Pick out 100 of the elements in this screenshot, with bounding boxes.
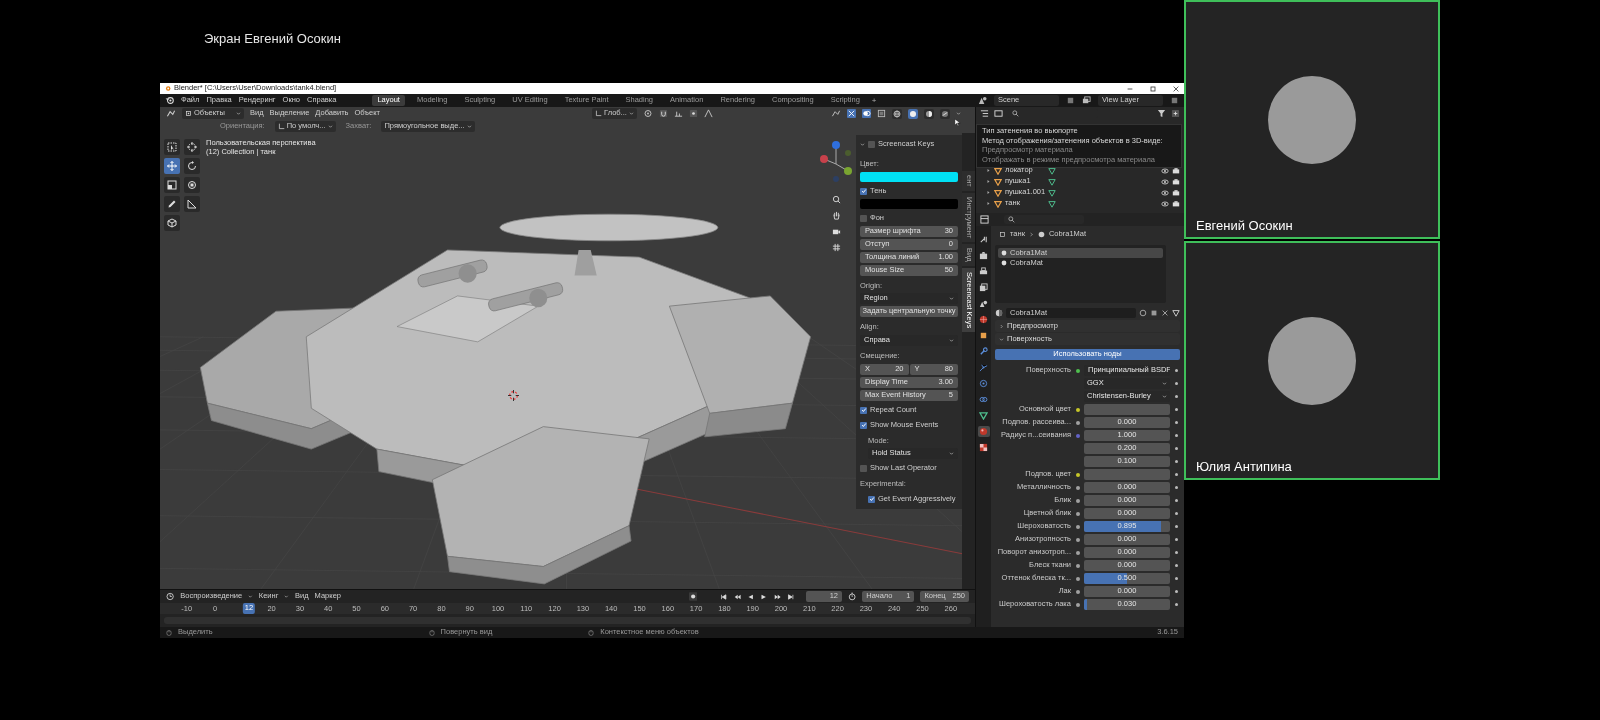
keyframe-dot[interactable] (1175, 369, 1178, 372)
app-logo-icon[interactable] (165, 96, 174, 105)
keyframe-dot[interactable] (1175, 564, 1178, 567)
filter-icon[interactable] (1157, 109, 1166, 118)
falloff-icon[interactable] (703, 109, 713, 118)
tool-button[interactable] (164, 215, 180, 231)
properties-editor-icon[interactable] (980, 215, 989, 224)
keyframe-dot[interactable] (1175, 512, 1178, 515)
expand-arrow-icon[interactable] (986, 179, 991, 184)
checkbox[interactable] (868, 141, 875, 148)
new-collection-icon[interactable] (1171, 109, 1180, 118)
tool-button[interactable] (184, 196, 200, 212)
expand-arrow-icon[interactable] (986, 201, 991, 206)
checkbox[interactable] (860, 465, 867, 473)
checkbox[interactable] (860, 406, 867, 414)
grid-icon[interactable] (831, 242, 841, 252)
keyframe-dot[interactable] (1175, 395, 1178, 398)
next-keyframe-button[interactable] (773, 592, 782, 601)
expand-arrow-icon[interactable] (986, 168, 991, 173)
magnet-icon[interactable] (658, 109, 668, 118)
tool-button[interactable] (184, 177, 200, 193)
hand-icon[interactable] (831, 210, 841, 220)
xray-icon[interactable] (877, 109, 886, 118)
keyframe-dot[interactable] (1175, 538, 1178, 541)
properties-tab[interactable] (977, 426, 990, 437)
overlay-toggle-icon[interactable] (862, 109, 871, 118)
layers-icon[interactable] (1082, 96, 1091, 105)
copy-icon[interactable] (1066, 96, 1075, 105)
editor-type-icon[interactable] (166, 109, 176, 118)
keyframe-dot[interactable] (1175, 434, 1178, 437)
shading-mode-button[interactable] (908, 108, 918, 119)
pivot-icon[interactable] (642, 109, 653, 118)
keyframe-dot[interactable] (1175, 460, 1178, 463)
shading-mode-button[interactable] (892, 108, 902, 119)
maximize-button[interactable] (1149, 84, 1157, 93)
keyframe-dot[interactable] (1175, 447, 1178, 450)
eye-icon[interactable] (1161, 177, 1169, 186)
eye-icon[interactable] (1161, 188, 1169, 197)
duplicate-icon[interactable] (1150, 309, 1158, 317)
keyframe-dot[interactable] (1175, 408, 1178, 411)
list-icon[interactable] (980, 109, 989, 118)
jump-end-button[interactable] (787, 592, 795, 601)
play-button[interactable] (760, 592, 768, 601)
color-swatch[interactable] (860, 171, 958, 182)
copy-icon[interactable] (1170, 96, 1179, 105)
checkbox[interactable] (868, 495, 875, 503)
camera-icon[interactable] (1172, 199, 1180, 208)
tool-button[interactable] (184, 158, 200, 174)
camera-icon[interactable] (1172, 177, 1180, 186)
record-button[interactable] (688, 592, 698, 601)
keyframe-dot[interactable] (1175, 473, 1178, 476)
properties-tab[interactable] (977, 282, 990, 293)
properties-tab[interactable] (977, 298, 990, 309)
properties-tab[interactable] (977, 442, 990, 453)
eye-icon[interactable] (1161, 199, 1169, 208)
checkbox[interactable] (860, 421, 867, 429)
tool-button[interactable] (184, 139, 200, 155)
checkbox[interactable] (860, 214, 867, 222)
clock-icon[interactable] (166, 592, 175, 601)
color-field[interactable] (1084, 404, 1170, 415)
keyframe-dot[interactable] (1175, 499, 1178, 502)
material-sphere-icon[interactable] (995, 309, 1003, 317)
checkbox[interactable] (860, 187, 867, 195)
properties-tab[interactable] (977, 410, 990, 421)
display-mode-icon[interactable] (994, 109, 1003, 118)
close-button[interactable] (1172, 84, 1180, 93)
keyframe-dot[interactable] (1175, 486, 1178, 489)
close-icon[interactable] (1161, 309, 1169, 317)
camera-icon[interactable] (1172, 166, 1180, 175)
snap-icon[interactable] (673, 109, 683, 118)
scene-icon[interactable] (978, 96, 987, 105)
keyframe-dot[interactable] (1175, 382, 1178, 385)
stopwatch-icon[interactable] (848, 592, 857, 601)
keyframe-dot[interactable] (1175, 603, 1178, 606)
properties-tab[interactable] (977, 346, 990, 357)
jump-start-button[interactable] (720, 592, 728, 601)
keyframe-dot[interactable] (1175, 421, 1178, 424)
play-reverse-button[interactable] (747, 592, 755, 601)
camera-icon[interactable] (1172, 188, 1180, 197)
keyframe-dot[interactable] (1175, 551, 1178, 554)
properties-tab[interactable] (977, 266, 990, 277)
keyframe-dot[interactable] (1175, 590, 1178, 593)
keyframe-dot[interactable] (1175, 577, 1178, 580)
previous-keyframe-button[interactable] (733, 592, 741, 601)
properties-tab[interactable] (977, 314, 990, 325)
shading-mode-button[interactable] (940, 108, 950, 119)
color-swatch[interactable] (860, 198, 958, 209)
tool-button[interactable] (164, 177, 180, 193)
shading-mode-button[interactable] (924, 108, 934, 119)
gizmo-toggle-icon[interactable] (847, 109, 856, 118)
color-field[interactable] (1084, 469, 1170, 480)
properties-tab[interactable] (977, 250, 990, 261)
eye-icon[interactable] (1161, 166, 1169, 175)
triangle-icon[interactable] (1172, 309, 1180, 317)
tool-button[interactable] (164, 196, 180, 212)
shield-icon[interactable] (1139, 309, 1147, 317)
expand-arrow-icon[interactable] (986, 190, 991, 195)
zoom-icon[interactable] (831, 194, 841, 204)
add-tab-button[interactable]: + (871, 95, 877, 106)
keyframe-dot[interactable] (1175, 525, 1178, 528)
